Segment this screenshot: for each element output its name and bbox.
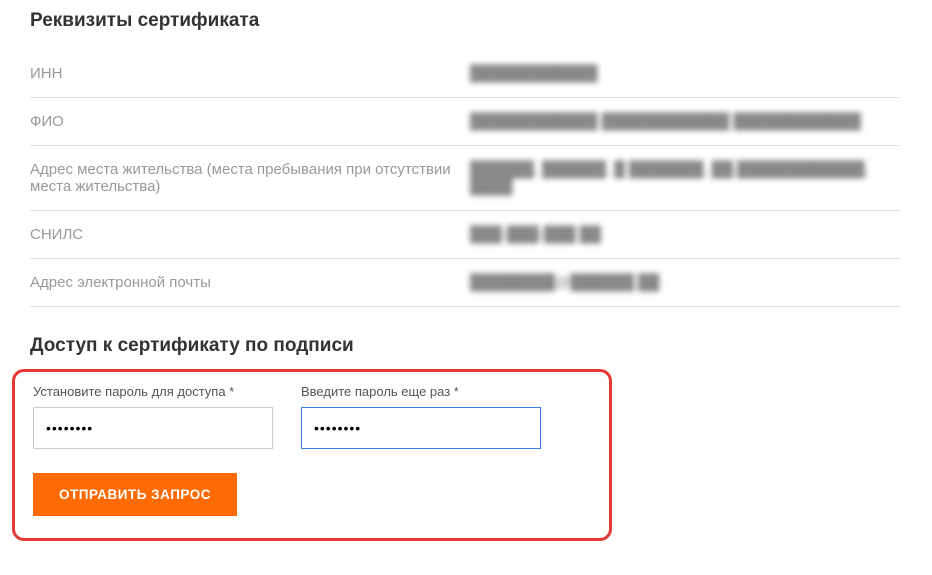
inn-value: ████████████ (470, 50, 900, 98)
access-section-title: Доступ к сертификату по подписи (30, 335, 932, 357)
snils-value: ███-███-███ ██ (470, 211, 900, 259)
password1-input[interactable] (33, 407, 273, 449)
password-field-set: Установите пароль для доступа * (33, 384, 273, 449)
email-label: Адрес электронной почты (30, 259, 470, 307)
password2-input[interactable] (301, 407, 541, 449)
table-row: ИНН ████████████ (30, 50, 900, 98)
table-row: ФИО ████████████ ████████████ ██████████… (30, 98, 900, 146)
password-highlight-box: Установите пароль для доступа * Введите … (12, 369, 612, 541)
inn-label: ИНН (30, 50, 470, 98)
snils-label: СНИЛС (30, 211, 470, 259)
certificate-details-title: Реквизиты сертификата (30, 10, 932, 32)
password-field-confirm: Введите пароль еще раз * (301, 384, 541, 449)
password-fields-row: Установите пароль для доступа * Введите … (33, 384, 591, 449)
password2-label: Введите пароль еще раз * (301, 384, 541, 399)
password1-label: Установите пароль для доступа * (33, 384, 273, 399)
table-row: Адрес места жительства (места пребывания… (30, 146, 900, 211)
address-value: ██████, ██████, █ ███████, ██.██████████… (470, 146, 900, 211)
fio-label: ФИО (30, 98, 470, 146)
submit-request-button[interactable]: ОТПРАВИТЬ ЗАПРОС (33, 473, 237, 516)
table-row: Адрес электронной почты ████████@██████.… (30, 259, 900, 307)
address-label: Адрес места жительства (места пребывания… (30, 146, 470, 211)
fio-value: ████████████ ████████████ ████████████ (470, 98, 900, 146)
email-value: ████████@██████.██ (470, 259, 900, 307)
table-row: СНИЛС ███-███-███ ██ (30, 211, 900, 259)
certificate-details-table: ИНН ████████████ ФИО ████████████ ██████… (30, 50, 900, 307)
